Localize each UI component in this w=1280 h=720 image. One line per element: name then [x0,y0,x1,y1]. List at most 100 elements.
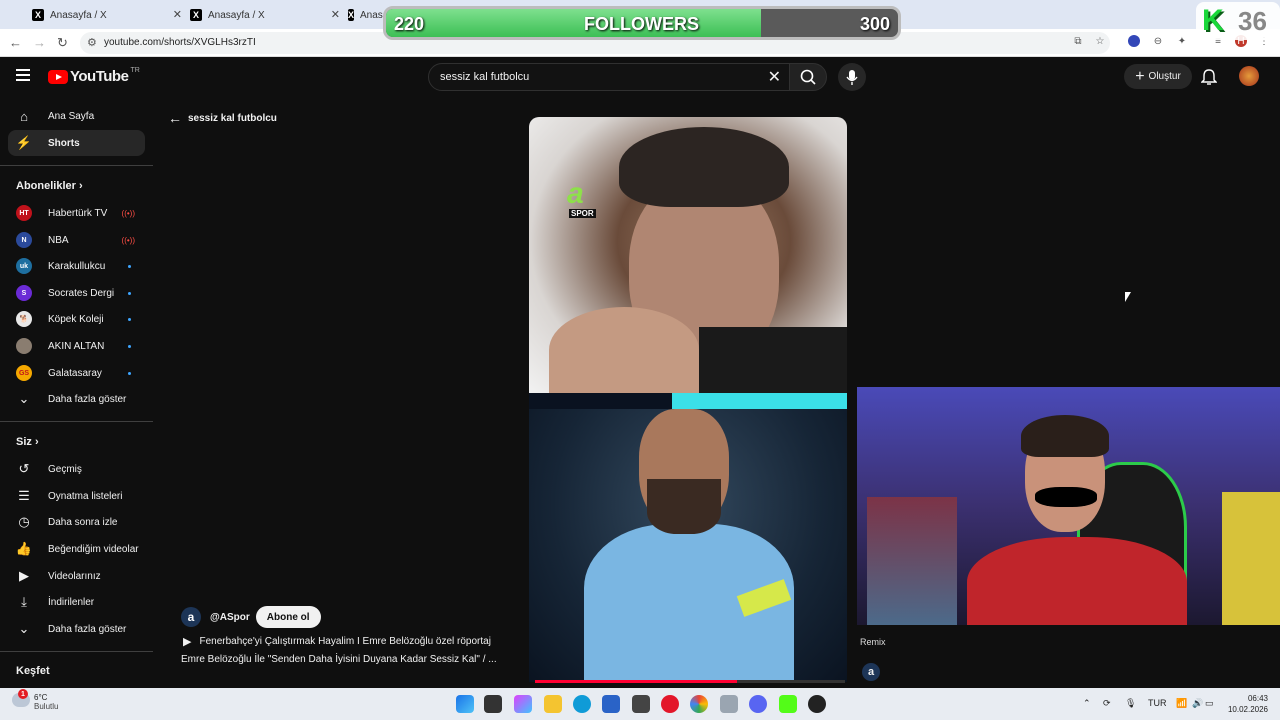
tray-overflow-icon[interactable]: ⌃ [1083,698,1091,709]
edge-icon[interactable] [573,695,591,713]
site-info-icon[interactable]: ⚙ [87,36,97,49]
channel-name[interactable]: @ASpor [210,612,250,623]
app-icon[interactable] [779,695,797,713]
followers-goal: 300 [859,14,890,34]
task-view-icon[interactable] [484,695,502,713]
sidebar-item-watch-later[interactable]: ◷ Daha sonra izle [8,509,145,535]
back-to-search[interactable]: ← sessiz kal futbolcu [168,110,277,126]
weather-desc: Bulutlu [34,702,59,711]
clock-time: 06:43 [1247,694,1268,703]
chevron-down-icon: ⌄ [18,621,30,636]
file-explorer-icon[interactable] [544,695,562,713]
back-arrow-icon[interactable]: ← [9,35,22,50]
account-avatar[interactable] [1239,66,1259,86]
language-indicator[interactable]: TUR [1148,698,1167,708]
channel-avatar[interactable]: a [181,607,201,627]
kick-badge-number: 36 [1238,6,1267,36]
store-icon[interactable] [602,695,620,713]
bookmark-star-icon[interactable]: ☆ [1094,35,1106,47]
back-label: sessiz kal futbolcu [188,112,277,124]
show-more-you[interactable]: ⌄ Daha fazla göster [8,616,145,642]
sidebar-item-channel[interactable]: AKIN ALTAN [8,333,145,359]
subscribe-button[interactable]: Abone ol [255,606,321,628]
extension-icon[interactable]: ⊖ [1152,35,1164,47]
windows-start-icon[interactable] [456,695,474,713]
create-button[interactable]: + Oluştur [1124,64,1192,89]
sidebar-item-playlists[interactable]: ☰ Oynatma listeleri [8,483,145,509]
video-title-row[interactable]: ▶ Fenerbahçe'yi Çalıştırmak Hayalim I Em… [183,635,491,648]
remix-label[interactable]: Remix [860,637,886,647]
short-video-player[interactable]: a SPOR [529,117,847,682]
youtube-logo[interactable]: YouTube TR [48,67,140,85]
sidebar-item-your-videos[interactable]: ▶ Videolarınız [8,563,145,589]
back-arrow-icon: ← [168,110,182,126]
microphone-icon [846,70,858,85]
volume-icon[interactable]: 🔊 [1192,698,1203,709]
install-app-icon[interactable]: ⧉ [1072,35,1084,47]
sidebar-item-home[interactable]: ⌂ Ana Sayfa [8,103,145,129]
system-clock[interactable]: 06:43 10.02.2026 [1212,693,1268,715]
microphone-tray-icon[interactable]: 🎙 [1125,698,1136,709]
sidebar-item-liked[interactable]: 👍 Beğendiğim videolar [8,536,145,562]
sidebar-item-channel[interactable]: uk Karakullukcu [8,253,145,279]
browser-tab[interactable]: X Anas [342,4,386,26]
show-more-subscriptions[interactable]: ⌄ Daha fazla göster [8,386,145,412]
mouse-cursor-icon [1125,292,1131,302]
video-description[interactable]: Emre Belözoğlu İle "Senden Daha İyisini … [181,654,497,665]
sync-icon[interactable]: ⟳ [1103,698,1111,709]
chrome-icon[interactable] [690,695,708,713]
youtube-wordmark: YouTube [70,68,129,85]
discord-icon[interactable] [749,695,767,713]
reload-icon[interactable]: ↻ [57,35,68,51]
new-content-dot [128,264,131,268]
url-text: youtube.com/shorts/XVGLHs3rzTI [104,37,256,48]
weather-widget[interactable]: 1 6°C Bulutlu [12,689,59,711]
video-frame-bottom [529,409,847,682]
play-icon: ▶ [183,636,192,648]
you-header[interactable]: Siz › [16,436,39,448]
teams-icon[interactable] [632,695,650,713]
sidebar-item-shorts[interactable]: ⚡ Shorts [8,130,145,156]
search-input[interactable]: sessiz kal futbolcu ✕ [428,63,790,91]
notifications-bell-icon[interactable] [1201,68,1217,86]
remix-channel-avatar[interactable]: a [862,663,880,681]
video-progress-bar[interactable] [535,680,845,683]
browser-tab[interactable]: X Anasayfa / X ✕ [26,4,182,26]
browser-tab[interactable]: X Anasayfa / X ✕ [184,4,340,26]
player-beard [647,479,721,534]
voice-search-button[interactable] [838,63,866,91]
video-frame-top: a SPOR [529,117,847,393]
interviewee-shirt [699,327,847,393]
divider [0,651,153,652]
opera-icon[interactable] [661,695,679,713]
live-icon: ((•)) [121,235,135,245]
sidebar-item-history[interactable]: ↺ Geçmiş [8,456,145,482]
show-more-label: Daha fazla göster [48,393,127,405]
sidebar-item-channel[interactable]: GS Galatasaray [8,360,145,386]
extension-icon[interactable] [1128,35,1140,47]
plus-icon: + [1135,67,1145,85]
subscriptions-header[interactable]: Abonelikler › [16,180,83,192]
search-icon [800,69,816,85]
copilot-icon[interactable] [514,695,532,713]
channel-row: a @ASpor Abone ol [181,606,321,628]
tab-close-icon[interactable]: ✕ [331,8,340,21]
sidebar-item-channel[interactable]: S Socrates Dergi [8,280,145,306]
hamburger-menu-icon[interactable] [16,69,30,84]
channel-name: Karakullukcu [48,260,106,272]
sidebar-item-channel[interactable]: N NBA ((•)) [8,227,145,253]
search-button[interactable] [789,63,827,91]
sidebar-item-channel[interactable]: HT Habertürk TV ((•)) [8,200,145,226]
sidebar-item-channel[interactable]: 🐕 Köpek Koleji [8,306,145,332]
obs-icon[interactable] [808,695,826,713]
sunglasses [1035,487,1097,507]
app-icon[interactable] [720,695,738,713]
clear-search-icon[interactable]: ✕ [768,67,781,87]
tab-close-icon[interactable]: ✕ [173,8,182,21]
puzzle-extensions-icon[interactable]: ✦ [1176,35,1188,47]
sidebar-item-label: Beğendiğim videolar [48,543,139,555]
sidebar-item-downloads[interactable]: ⤓ İndirilenler [8,589,145,615]
wall-art [1222,492,1280,625]
forward-arrow-icon[interactable]: → [33,35,46,50]
wifi-icon[interactable]: 📶 [1176,698,1187,709]
